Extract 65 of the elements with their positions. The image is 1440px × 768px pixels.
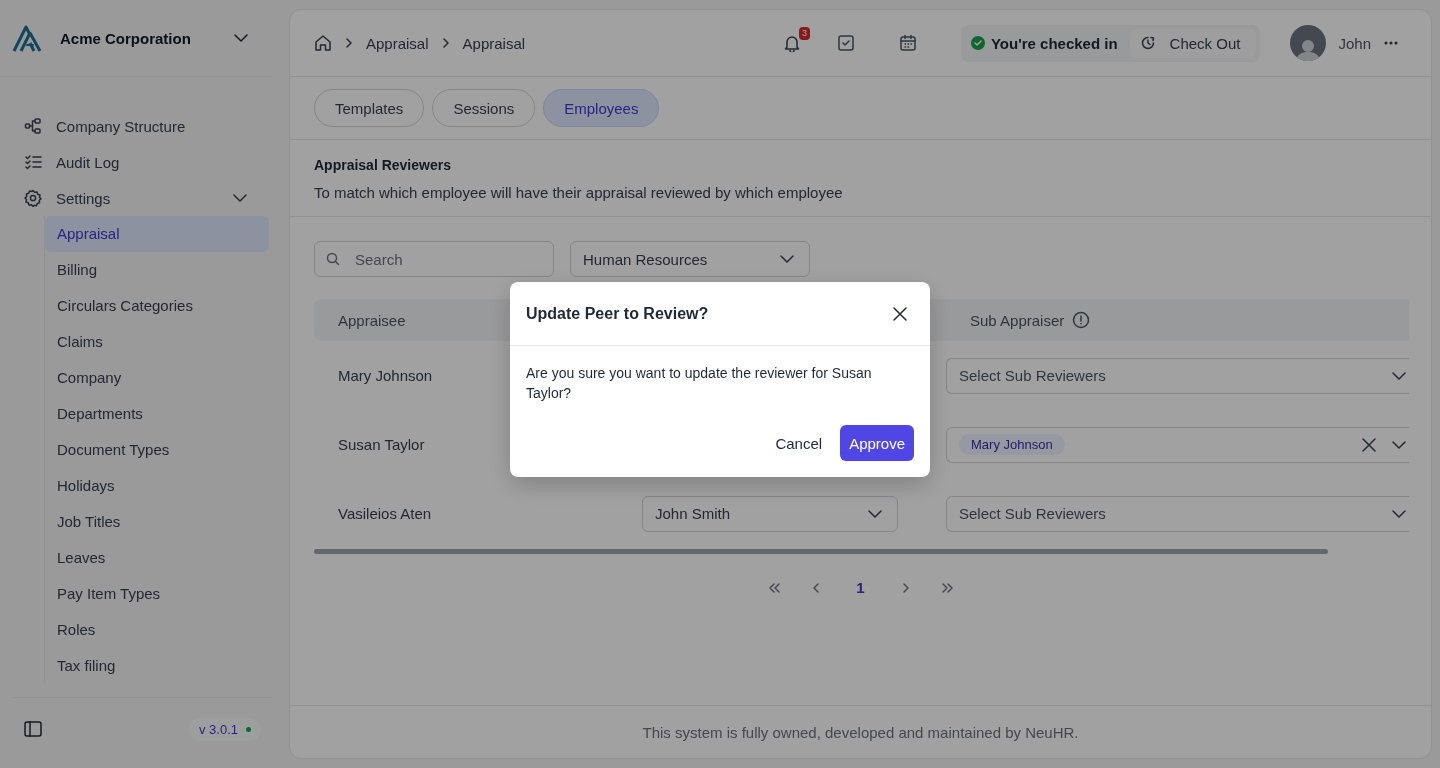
page-number[interactable]: 1 bbox=[849, 579, 872, 596]
tab[interactable]: Employees bbox=[543, 89, 660, 127]
user-name[interactable]: John bbox=[1338, 34, 1371, 52]
breadcrumb-link[interactable]: Appraisal bbox=[366, 34, 429, 52]
bell-icon bbox=[782, 34, 801, 52]
sidebar-subitem[interactable]: Circulars Categories bbox=[45, 288, 269, 324]
chevron-right-icon bbox=[440, 37, 451, 49]
checkbox-icon[interactable] bbox=[836, 34, 855, 52]
column-header: Sub Appraiser bbox=[970, 311, 1065, 329]
sidebar-subitem[interactable]: Document Types bbox=[45, 432, 269, 468]
sidebar-subitem[interactable]: Billing bbox=[45, 252, 269, 288]
check-out-button[interactable]: Check Out bbox=[1129, 28, 1257, 58]
horizontal-scrollbar[interactable] bbox=[314, 549, 1328, 554]
sidebar-subitem[interactable]: Roles bbox=[45, 612, 269, 648]
tab[interactable]: Sessions bbox=[432, 89, 536, 127]
footer-text: This system is fully owned, developed and maintained by NeuHR. bbox=[290, 705, 1431, 758]
avatar bbox=[1290, 25, 1327, 61]
table-cell: Vasileios Aten bbox=[338, 505, 432, 522]
status-dot-icon bbox=[246, 726, 251, 732]
section-description: To match which employee will have their appraisal reviewed by which employee bbox=[314, 184, 844, 201]
search-field[interactable]: Search bbox=[314, 241, 554, 277]
sidebar-item[interactable]: Audit Log bbox=[0, 144, 272, 180]
sidebar-item[interactable]: Settings bbox=[0, 180, 272, 216]
calendar-icon[interactable] bbox=[898, 34, 917, 52]
sidebar-subitem[interactable]: Leaves bbox=[45, 540, 269, 576]
cancel-button[interactable]: Cancel bbox=[765, 426, 833, 460]
checklist-icon bbox=[24, 153, 42, 171]
check-in-status: You're checked in bbox=[990, 34, 1118, 52]
sub-reviewers-dropdown[interactable]: Select Sub Reviewers bbox=[946, 495, 1409, 532]
clock-icon bbox=[1139, 35, 1156, 51]
approve-button[interactable]: Approve bbox=[840, 425, 914, 461]
sidebar-subitem[interactable]: Holidays bbox=[45, 468, 269, 504]
version-badge: v 3.0.1 bbox=[188, 717, 261, 741]
info-icon[interactable] bbox=[1072, 311, 1091, 329]
department-dropdown[interactable]: Human Resources bbox=[570, 241, 810, 277]
dialog-message: Are you sure you want to update the reviewer for Susan Taylor? bbox=[525, 364, 873, 403]
sidebar-subitem[interactable]: Claims bbox=[45, 324, 269, 360]
sub-reviewers-dropdown[interactable]: Mary Johnson bbox=[946, 426, 1409, 463]
sidebar-subitem[interactable]: Departments bbox=[45, 396, 269, 432]
appraiser-dropdown[interactable]: John Smith bbox=[642, 495, 898, 532]
search-icon bbox=[326, 252, 340, 266]
column-header: Appraisee bbox=[338, 311, 406, 329]
close-icon[interactable] bbox=[892, 305, 908, 322]
dialog-title: Update Peer to Review? bbox=[526, 304, 709, 323]
table-cell: Susan Taylor bbox=[338, 436, 425, 453]
reviewer-tag: Mary Johnson bbox=[959, 434, 1065, 455]
sidebar-subitem[interactable]: Tax filing bbox=[45, 648, 269, 684]
company-name: Acme Corporation bbox=[60, 29, 192, 47]
sub-reviewers-dropdown[interactable]: Select Sub Reviewers bbox=[946, 357, 1409, 394]
table-cell: Mary Johnson bbox=[338, 367, 433, 384]
notification-count: 3 bbox=[798, 27, 810, 40]
tab[interactable]: Templates bbox=[314, 89, 425, 127]
sidebar-subitem[interactable]: Appraisal bbox=[45, 216, 269, 252]
sidebar-subitem[interactable]: Company bbox=[45, 360, 269, 396]
breadcrumb-link[interactable]: Appraisal bbox=[462, 34, 526, 52]
org-chart-icon bbox=[24, 117, 42, 135]
sidebar-subitem[interactable]: Pay Item Types bbox=[45, 576, 269, 612]
chevron-right-icon bbox=[344, 37, 354, 49]
section-title: Appraisal Reviewers bbox=[314, 157, 452, 173]
sidebar-toggle-icon[interactable] bbox=[24, 721, 42, 737]
settings-icon bbox=[24, 189, 42, 207]
sidebar-subitem[interactable]: Job Titles bbox=[45, 504, 269, 540]
check-circle-icon bbox=[970, 36, 985, 50]
sidebar-item[interactable]: Company Structure bbox=[0, 108, 272, 144]
home-icon[interactable] bbox=[314, 34, 332, 52]
